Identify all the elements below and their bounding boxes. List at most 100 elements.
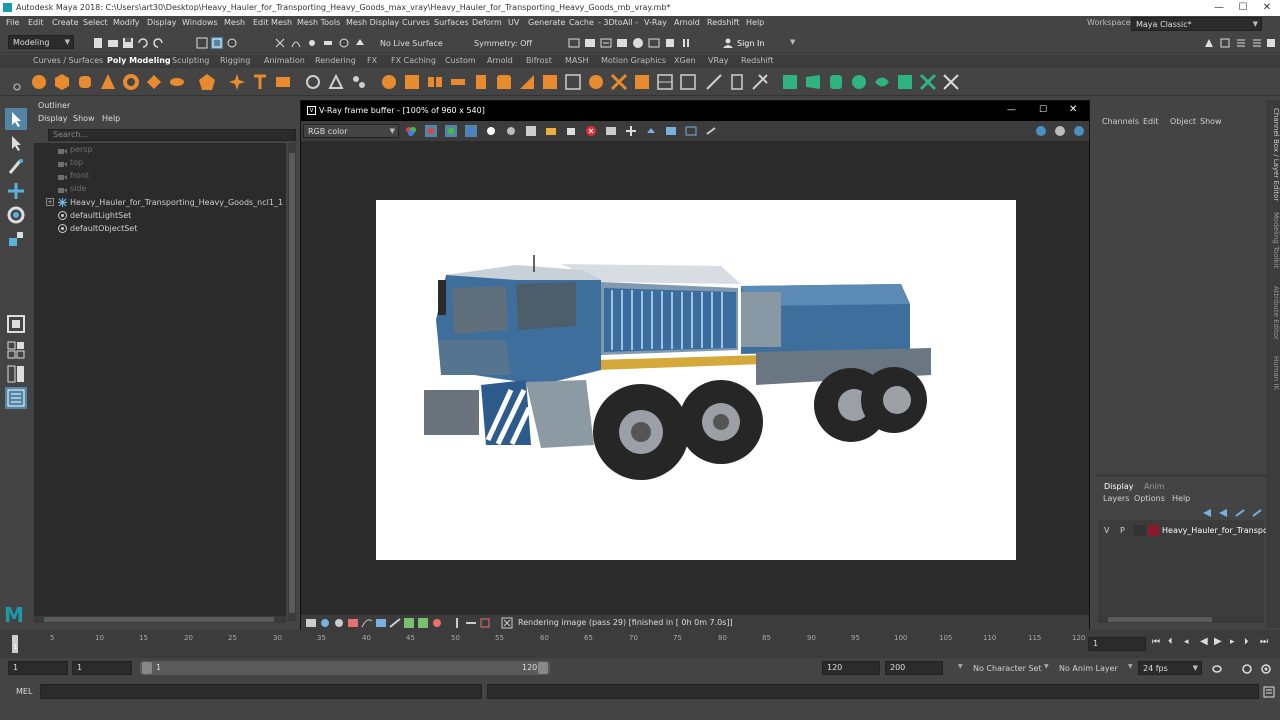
connect-icon[interactable]: [610, 73, 628, 91]
tool-settings-icon[interactable]: [1235, 37, 1247, 49]
clear-image-icon[interactable]: [565, 125, 577, 137]
tab-anim[interactable]: Anim: [1144, 482, 1165, 491]
target-weld-icon[interactable]: [587, 73, 605, 91]
script-language-label[interactable]: MEL: [16, 687, 32, 696]
lut-icon[interactable]: [403, 617, 414, 628]
shelf-tab-poly-modeling[interactable]: Poly Modeling: [107, 56, 171, 65]
cut-uv-icon[interactable]: [942, 73, 960, 91]
menu-cache[interactable]: Cache: [569, 18, 594, 27]
close-status-icon[interactable]: [501, 617, 513, 629]
outliner-menu-show[interactable]: Show: [73, 114, 95, 123]
play-backwards-icon[interactable]: ◀: [1200, 636, 1208, 647]
shelf-tab-sculpting[interactable]: Sculpting: [172, 56, 209, 65]
menu-arnold[interactable]: Arnold: [674, 18, 700, 27]
menu-windows[interactable]: Windows: [182, 18, 218, 27]
menu-mesh-tools[interactable]: Mesh Tools: [297, 18, 340, 27]
render-sphere-icon[interactable]: [632, 37, 644, 49]
playback-end-field[interactable]: 120: [822, 661, 880, 675]
save-scene-icon[interactable]: [122, 37, 134, 49]
outliner-item-top[interactable]: top: [34, 156, 286, 169]
panel-splitter[interactable]: [1096, 474, 1266, 477]
cylindrical-map-icon[interactable]: [827, 73, 845, 91]
menu-uv[interactable]: UV: [508, 18, 519, 27]
exposure-icon[interactable]: [375, 617, 386, 627]
color-corrections-icon[interactable]: [405, 125, 417, 137]
play-forwards-icon[interactable]: ▶: [1214, 636, 1222, 647]
channels-menu-edit[interactable]: Edit: [1143, 117, 1159, 126]
extract-icon[interactable]: [380, 73, 398, 91]
go-to-start-icon[interactable]: ⏮: [1152, 637, 1160, 647]
tab-display[interactable]: Display: [1104, 482, 1134, 491]
range-end-handle[interactable]: [538, 662, 548, 674]
attribute-editor-icon[interactable]: [1219, 37, 1231, 49]
snap-curve-icon[interactable]: [290, 37, 302, 49]
icc-icon[interactable]: [431, 617, 441, 627]
menu-redshift[interactable]: Redshift: [707, 18, 739, 27]
channels-menu-object[interactable]: Object: [1170, 117, 1196, 126]
playblast-icon[interactable]: [664, 37, 676, 49]
poly-disc-icon[interactable]: [168, 73, 186, 91]
pause-icon[interactable]: [680, 37, 692, 49]
menu-deform[interactable]: Deform: [472, 18, 502, 27]
character-set-label[interactable]: No Character Set: [973, 664, 1042, 673]
outliner-menu-display[interactable]: Display: [38, 114, 68, 123]
shelf-tab-mash[interactable]: MASH: [565, 56, 588, 65]
layers-menu-options[interactable]: Options: [1134, 494, 1165, 503]
open-scene-icon[interactable]: [107, 37, 119, 49]
mono-mode-icon[interactable]: [505, 125, 517, 137]
new-scene-icon[interactable]: [92, 37, 104, 49]
menu-display[interactable]: Display: [147, 18, 177, 27]
curve-icon[interactable]: [361, 617, 373, 628]
shelf-tab-arnold[interactable]: Arnold: [487, 56, 513, 65]
paint-select-tool-icon[interactable]: [5, 156, 27, 178]
outliner-item-heavy-hauler[interactable]: + Heavy_Hauler_for_Transporting_Heavy_Go…: [34, 196, 286, 209]
history-icon[interactable]: [305, 617, 316, 627]
layers-menu-help[interactable]: Help: [1172, 494, 1190, 503]
chevron-down-icon[interactable]: ▼: [958, 663, 963, 670]
layer-hscrollbar[interactable]: [1098, 616, 1264, 623]
step-back-key-icon[interactable]: ⏴: [1168, 637, 1173, 647]
select-tool-icon[interactable]: [5, 108, 27, 130]
layers-menu-layers[interactable]: Layers: [1103, 494, 1129, 503]
flip-v-icon[interactable]: [465, 617, 476, 627]
ocio-icon[interactable]: [417, 617, 428, 628]
shelf-tab-fx[interactable]: FX: [367, 56, 377, 65]
tab-attribute-editor[interactable]: Attribute Editor: [1266, 286, 1280, 340]
move-layer-down-icon[interactable]: [1217, 507, 1227, 517]
render-settings-icon[interactable]: [600, 37, 612, 49]
snap-view-icon[interactable]: [354, 37, 366, 49]
render-teapot-icon[interactable]: [1035, 125, 1047, 137]
poly-plane-icon[interactable]: [145, 73, 163, 91]
vfb-maximize-button[interactable]: ☐: [1039, 105, 1047, 115]
fps-dropdown[interactable]: 24 fps ▼: [1138, 661, 1202, 675]
interactive-render-icon[interactable]: [665, 125, 677, 137]
range-start-handle[interactable]: [142, 662, 152, 674]
platonic-solid-icon[interactable]: [198, 73, 216, 91]
tab-modeling-toolkit[interactable]: Modeling Toolkit: [1266, 212, 1280, 268]
snap-grid-icon[interactable]: [274, 37, 286, 49]
outliner-item-default-object-set[interactable]: defaultObjectSet: [34, 222, 286, 235]
poly-torus-icon[interactable]: [122, 73, 140, 91]
shelf-tab-motion-graphics[interactable]: Motion Graphics: [601, 56, 666, 65]
shelf-settings-icon[interactable]: [8, 73, 21, 91]
minimize-button[interactable]: —: [1207, 1, 1231, 15]
shelf-tab-rigging[interactable]: Rigging: [220, 56, 250, 65]
pixel-aspect-icon[interactable]: [479, 617, 490, 628]
menu-3dtoall[interactable]: - 3DtoAll -: [598, 18, 638, 27]
move-layer-up-icon[interactable]: [1201, 507, 1211, 517]
move-tool-icon[interactable]: [5, 180, 27, 202]
scrollbar-thumb[interactable]: [1108, 617, 1212, 622]
layer-type-box[interactable]: [1134, 525, 1146, 536]
stop-render-icon[interactable]: [585, 125, 597, 137]
channel-dropdown[interactable]: RGB color ▼: [303, 124, 399, 138]
symmetry-label[interactable]: Symmetry: Off: [474, 39, 532, 48]
render-last-icon[interactable]: [645, 125, 657, 137]
poly-cylinder-icon[interactable]: [76, 73, 94, 91]
red-channel-icon[interactable]: [425, 125, 437, 137]
range-slider[interactable]: 1 120: [140, 661, 550, 675]
maximize-button[interactable]: ☐: [1231, 1, 1255, 15]
mode-dropdown[interactable]: Modeling ▼: [8, 35, 74, 49]
new-layer-icon[interactable]: [1234, 507, 1245, 517]
playback-start-field[interactable]: 1: [72, 661, 132, 675]
menu-file[interactable]: File: [6, 18, 19, 27]
